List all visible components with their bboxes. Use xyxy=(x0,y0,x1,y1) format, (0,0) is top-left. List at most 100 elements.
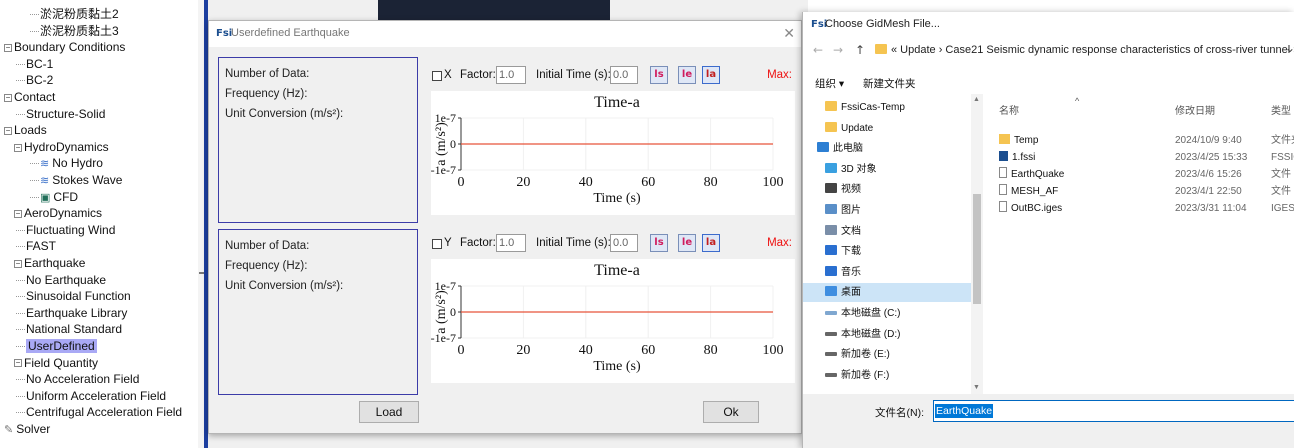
address-dropdown-icon[interactable]: ⌄ xyxy=(1285,41,1294,55)
tree-item[interactable]: Earthquake Library xyxy=(16,305,127,321)
back-icon[interactable]: ← xyxy=(813,43,823,57)
tree-item[interactable]: UserDefined xyxy=(16,338,97,354)
x-axis-label: Time (s) xyxy=(593,359,641,374)
column-date[interactable]: 修改日期 xyxy=(1175,102,1215,117)
file-date: 2023/3/31 11:04 xyxy=(1175,203,1247,214)
file-row[interactable]: OutBC.iges 2023/3/31 11:04 IGES xyxy=(999,200,1294,217)
y-factor-input[interactable]: 1.0 xyxy=(496,234,526,252)
tree-item[interactable]: 淤泥粉质黏土3 xyxy=(30,23,119,39)
tree-item[interactable]: − AeroDynamics xyxy=(14,205,102,221)
nav-pane-item[interactable]: 3D 对象 xyxy=(803,160,971,179)
viewport-graphics xyxy=(378,0,610,20)
tree-item[interactable]: ▣ CFD xyxy=(30,189,78,205)
plot-scale-icon[interactable]: ls xyxy=(650,234,668,252)
file-row[interactable]: 1.fssi 2023/4/25 15:33 FSSIC xyxy=(999,149,1294,166)
wave-icon: ≋ xyxy=(40,175,50,187)
y-initial-time-input[interactable]: 0.0 xyxy=(610,234,638,252)
nav-pane-item[interactable]: 桌面 xyxy=(803,283,971,303)
tree-item[interactable]: − Boundary Conditions xyxy=(4,39,125,55)
collapse-icon[interactable]: − xyxy=(14,259,22,268)
address-bar[interactable]: « Update › Case21 Seismic dynamic respon… xyxy=(875,40,1294,60)
column-type[interactable]: 类型 xyxy=(1271,102,1291,117)
file-row[interactable]: Temp 2024/10/9 9:40 文件夹 xyxy=(999,132,1294,149)
file-row[interactable]: MESH_AF 2023/4/1 22:50 文件 xyxy=(999,183,1294,200)
plot-export-icon[interactable]: le xyxy=(678,66,696,84)
x-tick-label: 40 xyxy=(579,343,593,358)
nav-pane-item[interactable]: 视频 xyxy=(803,180,971,199)
close-icon[interactable]: ✕ xyxy=(783,25,795,42)
nav-pane-item[interactable]: 新加卷 (F:) xyxy=(803,366,971,385)
scroll-down-icon[interactable]: ▼ xyxy=(973,384,980,391)
tree-item[interactable]: National Standard xyxy=(16,321,122,337)
frequency-label: Frequency (Hz): xyxy=(225,88,308,100)
collapse-icon[interactable]: − xyxy=(14,210,22,219)
tree-item-label: Stokes Wave xyxy=(52,173,123,187)
y-checkbox[interactable] xyxy=(432,239,442,249)
tree-item[interactable]: ≋ No Hydro xyxy=(30,155,103,171)
nav-pane-item[interactable]: 文档 xyxy=(803,222,971,241)
nav-pane-item[interactable]: 下载 xyxy=(803,242,971,261)
tree-item[interactable]: − Field Quantity xyxy=(14,355,98,371)
tree-item[interactable]: BC-1 xyxy=(16,56,53,72)
plot-acceleration-icon[interactable]: la xyxy=(702,66,720,84)
x-tick-label: 20 xyxy=(516,175,530,190)
collapse-icon[interactable]: − xyxy=(4,44,12,53)
tree-item[interactable]: BC-2 xyxy=(16,72,54,88)
plot-export-icon[interactable]: le xyxy=(678,234,696,252)
tree-item[interactable]: ✎ Solver xyxy=(4,421,50,437)
ok-button[interactable]: Ok xyxy=(703,401,759,423)
x-factor-input[interactable]: 1.0 xyxy=(496,66,526,84)
tree-item[interactable]: − Loads xyxy=(4,122,47,138)
filename-input[interactable]: EarthQuake xyxy=(933,400,1294,422)
number-of-data-label: Number of Data: xyxy=(225,240,310,252)
collapse-icon[interactable]: − xyxy=(4,127,12,136)
tree-item[interactable]: ≋ Stokes Wave xyxy=(30,172,123,188)
tree-item[interactable]: FAST xyxy=(16,238,56,254)
y-tick-label: 0 xyxy=(450,305,456,319)
tree-item-label: BC-2 xyxy=(26,73,54,88)
file-row[interactable]: EarthQuake 2023/4/6 15:26 文件 xyxy=(999,166,1294,183)
collapse-icon[interactable]: − xyxy=(4,93,12,102)
organize-button[interactable]: 组织 ▾ xyxy=(815,76,844,91)
tree-item[interactable]: No Acceleration Field xyxy=(16,371,139,387)
tree-connector xyxy=(16,312,25,314)
up-icon[interactable]: ↑ xyxy=(855,43,865,57)
tree-item[interactable]: No Earthquake xyxy=(16,272,106,288)
tree-item[interactable]: Structure-Solid xyxy=(16,106,105,122)
tree-item[interactable]: 淤泥粉质黏土2 xyxy=(30,6,119,22)
forward-icon[interactable]: → xyxy=(833,43,843,57)
tree-item-label: Boundary Conditions xyxy=(14,40,126,55)
tree-connector xyxy=(16,296,25,298)
collapse-icon[interactable]: − xyxy=(14,359,22,368)
scroll-up-icon[interactable]: ▲ xyxy=(973,96,980,103)
tree-item[interactable]: Centrifugal Acceleration Field xyxy=(16,404,182,420)
tree-item[interactable]: − Earthquake xyxy=(14,255,85,271)
x-checkbox[interactable] xyxy=(432,71,442,81)
plot-acceleration-icon[interactable]: la xyxy=(702,234,720,252)
x-initial-time-input[interactable]: 0.0 xyxy=(610,66,638,84)
tree-item-label: Sinusoidal Function xyxy=(26,289,131,304)
tree-item[interactable]: Uniform Acceleration Field xyxy=(16,388,166,404)
tree-item-label: 淤泥粉质黏土3 xyxy=(40,23,119,38)
x-tick-label: 80 xyxy=(704,175,718,190)
tree-item[interactable]: Fluctuating Wind xyxy=(16,222,115,238)
scroll-thumb[interactable] xyxy=(973,194,981,304)
nav-pane-item[interactable]: FssiCas-Temp xyxy=(803,98,971,117)
nav-pane-item[interactable]: 图片 xyxy=(803,201,971,220)
nav-pane-item[interactable]: 音乐 xyxy=(803,263,971,282)
nav-pane-item[interactable]: 新加卷 (E:) xyxy=(803,345,971,364)
tree-item[interactable]: Sinusoidal Function xyxy=(16,288,131,304)
tree-item[interactable]: − HydroDynamics xyxy=(14,139,109,155)
nav-pane-item[interactable]: 本地磁盘 (D:) xyxy=(803,325,971,344)
plot-scale-icon[interactable]: ls xyxy=(650,66,668,84)
nav-pane-item[interactable]: 本地磁盘 (C:) xyxy=(803,304,971,323)
collapse-icon[interactable]: − xyxy=(14,143,22,152)
new-folder-button[interactable]: 新建文件夹 xyxy=(863,76,916,91)
file-list: 名称 ^ 修改日期 类型 Temp 2024/10/9 9:40 文件夹 1.fssi… xyxy=(987,94,1294,394)
nav-pane-scrollbar[interactable]: ▲ ▼ xyxy=(971,94,983,394)
tree-item[interactable]: − Contact xyxy=(4,89,55,105)
nav-pane-item[interactable]: Update xyxy=(803,119,971,138)
column-name[interactable]: 名称 xyxy=(999,102,1019,117)
load-button[interactable]: Load xyxy=(359,401,419,423)
nav-pane-item[interactable]: 此电脑 xyxy=(803,139,971,158)
